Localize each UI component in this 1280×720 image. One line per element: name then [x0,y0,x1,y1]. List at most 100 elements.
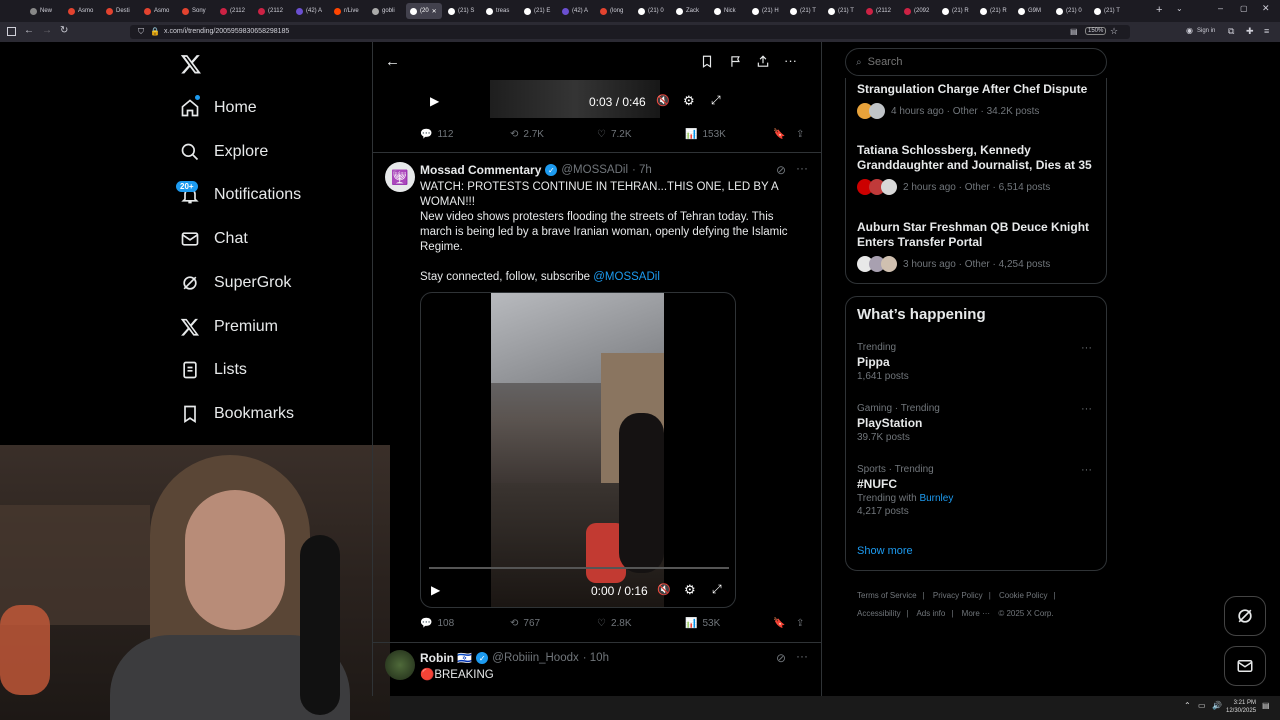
grok-tweet-icon[interactable]: ⊘ [776,651,786,665]
browser-tab[interactable]: G9M [1014,3,1050,19]
browser-tab[interactable]: (2112 [216,3,252,19]
share-tweet-icon[interactable]: ⇪ [796,618,804,629]
footer-link[interactable]: Terms of Service [857,591,917,600]
tray-chevron-icon[interactable]: ⌃ [1184,701,1191,710]
like-button[interactable]: ♡ 7.2K [597,129,632,140]
browser-tab[interactable]: (21) T [1090,3,1126,19]
maximize-icon[interactable]: ▢ [1240,4,1248,13]
avatar[interactable]: 🕎 [385,162,415,192]
views-button[interactable]: 📊 153K [685,129,726,140]
trend-item[interactable]: Sports · Trending #NUFC Trending with Bu… [857,464,1097,517]
footer-link[interactable]: Accessibility [857,609,901,618]
browser-tab[interactable]: r/Live [330,3,366,19]
taskbar-clock[interactable]: 3:21 PM 12/30/2025 [1226,699,1256,715]
avatar[interactable] [385,650,415,680]
menu-icon[interactable]: ≡ [1264,26,1269,36]
tweet-video-player[interactable]: ▶ 0:00 / 0:16 🔇 ⚙ ⤢ [420,292,736,608]
bookmark-tweet-icon[interactable]: 🔖 [773,618,785,629]
account-icon[interactable]: ◉ [1186,26,1193,35]
browser-tab[interactable]: Asmo [64,3,100,19]
url-text[interactable]: x.com/i/trending/2005959830658298185 [164,28,289,35]
news-item[interactable]: Strangulation Charge After Chef Dispute … [857,82,1097,119]
new-tab-icon[interactable]: + [1156,4,1162,16]
nav-home[interactable]: Home [180,93,257,123]
settings-gear-icon[interactable]: ⚙ [683,93,695,109]
like-button[interactable]: ♡ 2.8K [597,618,632,629]
nav-supergrok[interactable]: SuperGrok [180,268,291,298]
browser-tab[interactable]: (21) H [748,3,784,19]
puzzle-icon[interactable]: ✚ [1246,26,1254,37]
bookmark-star-icon[interactable]: ☆ [1110,26,1118,37]
bookmark-header-icon[interactable] [700,54,714,69]
sign-in-link[interactable]: Sign in [1197,28,1215,34]
video-mute-icon[interactable]: 🔇 [657,583,671,596]
author-handle[interactable]: @MOSSADil [561,164,628,176]
notification-center-icon[interactable]: ▤ [1262,701,1270,710]
tweet-more-icon[interactable]: ··· [796,161,808,175]
nav-premium[interactable]: Premium [180,312,278,342]
browser-tab[interactable]: Desti [102,3,138,19]
share-tweet-icon[interactable]: ⇪ [796,129,804,140]
reload-icon[interactable]: ↻ [60,25,68,36]
browser-tab[interactable]: (21) R [938,3,974,19]
browser-tab[interactable]: (21) S [444,3,480,19]
network-icon[interactable]: ▭ [1198,701,1206,710]
browser-tab[interactable]: (21) 0 [1052,3,1088,19]
trend-item[interactable]: Trending Pippa 1,641 posts [857,342,1097,382]
trend-item[interactable]: Gaming · Trending PlayStation 39.7K post… [857,403,1097,443]
browser-tab[interactable]: (42) A [558,3,594,19]
browser-tab[interactable]: (2112 [862,3,898,19]
footer-link[interactable]: Privacy Policy [933,591,983,600]
grok-fab[interactable] [1224,596,1266,636]
tweet-time[interactable]: · 10h [583,652,609,664]
sidebar-toggle-icon[interactable] [7,27,16,36]
trend-more-icon[interactable]: ··· [1081,403,1092,415]
footer-link[interactable]: Ads info [916,609,945,618]
trend-with-link[interactable]: Burnley [919,493,953,504]
extensions-icon[interactable]: ⧉ [1228,26,1234,37]
grok-tweet-icon[interactable]: ⊘ [776,163,786,177]
browser-tab[interactable]: treas [482,3,518,19]
tweet-time[interactable]: · 7h [632,164,652,176]
video-progress-track[interactable] [429,567,729,569]
reply-button[interactable]: 💬 112 [420,129,453,140]
repost-button[interactable]: ⟲ 2.7K [510,129,544,140]
author-name[interactable]: Robin 🇮🇱 [420,651,472,665]
browser-tab[interactable]: (42) A [292,3,328,19]
video-play-icon[interactable]: ▶ [431,583,440,597]
browser-tab[interactable]: gobli [368,3,404,19]
news-item[interactable]: Auburn Star Freshman QB Deuce Knight Ent… [857,220,1097,272]
bookmark-tweet-icon[interactable]: 🔖 [773,129,785,140]
browser-tab[interactable]: (21) 0 [634,3,670,19]
close-window-icon[interactable]: ✕ [1262,3,1270,14]
reader-view-icon[interactable]: ▤ [1070,27,1078,36]
nav-notifications[interactable]: Notifications [180,180,301,210]
browser-tab[interactable]: Zack [672,3,708,19]
mute-icon[interactable]: 🔇 [656,94,670,107]
repost-button[interactable]: ⟲ 767 [510,618,540,629]
author-name[interactable]: Mossad Commentary [420,163,541,177]
browser-tab[interactable]: Nick [710,3,746,19]
messages-fab[interactable] [1224,646,1266,686]
views-button[interactable]: 📊 53K [685,618,720,629]
share-icon[interactable] [756,54,770,69]
video-settings-icon[interactable]: ⚙ [684,582,696,598]
browser-tab[interactable]: (21) E [520,3,556,19]
browser-tab[interactable]: New [26,3,62,19]
back-arrow-icon[interactable]: ← [385,53,400,70]
back-icon[interactable]: ← [24,25,34,36]
browser-tab[interactable]: (21) T [824,3,860,19]
top-video-player[interactable]: ▶ 0:03 / 0:46 🔇 ⚙ ⤢ [420,80,736,120]
nav-lists[interactable]: Lists [180,355,247,385]
nav-explore[interactable]: Explore [180,137,268,167]
mention-link[interactable]: @MOSSADil [593,271,660,283]
x-logo[interactable] [180,53,202,75]
author-handle[interactable]: @Robiiin_Hoodx [492,652,578,664]
browser-tab[interactable]: (long [596,3,632,19]
play-icon[interactable]: ▶ [430,94,439,108]
tab-close-icon[interactable]: ✕ [432,8,437,15]
browser-tab[interactable]: (2092 [900,3,936,19]
browser-tab[interactable]: (21) R [976,3,1012,19]
tweet-more-icon[interactable]: ··· [796,649,808,663]
volume-icon[interactable]: 🔊 [1212,701,1222,710]
